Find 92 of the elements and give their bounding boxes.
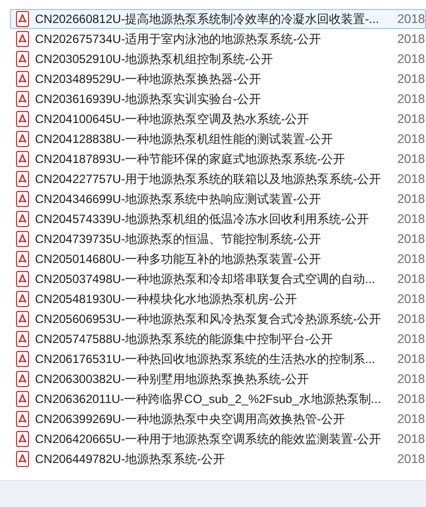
pdf-file-icon [16, 411, 29, 427]
file-row[interactable]: CN204227757U-用于地源热泵系统的联箱以及地源热泵系统-公开 2018 [10, 169, 426, 189]
file-row[interactable]: CN204346699U-地源热泵系统中热响应测试装置-公开 2018 [10, 189, 426, 209]
file-date: 2018 [396, 292, 425, 306]
pdf-file-icon [16, 71, 29, 87]
file-date: 2018 [396, 32, 425, 46]
file-date: 2018 [396, 392, 425, 406]
file-row[interactable]: CN205014680U-一种多功能互补的地源热泵装置-公开 2018 [10, 249, 426, 269]
pdf-file-icon [16, 111, 29, 127]
pdf-file-icon [16, 151, 29, 167]
file-date: 2018 [396, 132, 425, 146]
file-row[interactable]: CN204128838U-一种地源热泵机组性能的测试装置-公开 2018 [10, 129, 426, 149]
file-date: 2018 [396, 232, 425, 246]
file-row[interactable]: CN206420665U-一种用于地源热泵空调系统的能效监测装置-公开 2018 [10, 429, 426, 449]
pdf-file-icon [16, 11, 29, 27]
file-date: 2018 [396, 52, 425, 66]
file-date: 2018 [396, 452, 425, 466]
pdf-file-icon [16, 251, 29, 267]
file-row[interactable]: CN205747588U-地源热泵系统的能源集中控制平台-公开 2018 [10, 329, 426, 349]
file-row[interactable]: CN203489529U-一种地源热泵换热器-公开 2018 [10, 69, 426, 89]
file-date: 2018 [396, 272, 425, 286]
file-date: 2018 [396, 312, 425, 326]
file-name: CN205481930U-一种模块化水地源热泵机房-公开 [35, 292, 298, 306]
pdf-file-icon [16, 131, 29, 147]
pdf-file-icon [16, 51, 29, 67]
file-name: CN206300382U-一种别墅用地源热泵换热系统-公开 [35, 372, 310, 386]
pdf-file-icon [16, 171, 29, 187]
file-name: CN204100645U-一种地源热泵空调及热水系统-公开 [35, 112, 310, 126]
pdf-file-icon [16, 431, 29, 447]
pdf-file-icon [16, 371, 29, 387]
file-name: CN203616939U-地源热泵实训实验台-公开 [35, 92, 262, 106]
file-date: 2018 [396, 332, 425, 346]
file-row[interactable]: CN203616939U-地源热泵实训实验台-公开 2018 [10, 89, 426, 109]
pdf-file-icon [16, 31, 29, 47]
file-date: 2018 [396, 112, 425, 126]
file-row[interactable]: CN205606953U-一种地源热泵和风冷热泵复合式冷热源系统-公开 2018 [10, 309, 426, 329]
pdf-file-icon [16, 451, 29, 467]
file-date: 2018 [396, 212, 425, 226]
file-name: CN204346699U-地源热泵系统中热响应测试装置-公开 [35, 192, 322, 206]
file-row[interactable]: CN202675734U-适用于室内泳池的地源热泵系统-公开 2018 [10, 29, 426, 49]
file-name: CN204739735U-地源热泵的恒温、节能控制系统-公开 [35, 232, 322, 246]
pdf-file-icon [16, 351, 29, 367]
file-date: 2018 [396, 252, 425, 266]
file-row[interactable]: CN204100645U-一种地源热泵空调及热水系统-公开 2018 [10, 109, 426, 129]
file-name: CN203489529U-一种地源热泵换热器-公开 [35, 72, 262, 86]
file-row[interactable]: CN205037498U-一种地源热泵和冷却塔串联复合式空调的自动... 2018 [10, 269, 426, 289]
file-name: CN205014680U-一种多功能互补的地源热泵装置-公开 [35, 252, 322, 266]
file-name: CN204227757U-用于地源热泵系统的联箱以及地源热泵系统-公开 [35, 172, 382, 186]
file-date: 2018 [396, 412, 425, 426]
file-name: CN206362011U-一种跨临界CO_sub_2_%2Fsub_水地源热泵制... [35, 392, 381, 406]
file-name: CN206449782U-地源热泵系统-公开 [35, 452, 226, 466]
pdf-file-icon [16, 331, 29, 347]
file-row[interactable]: CN202660812U-提高地源热泵系统制冷效率的冷凝水回收装置-... 2018 [10, 9, 426, 29]
file-row[interactable]: CN205481930U-一种模块化水地源热泵机房-公开 2018 [10, 289, 426, 309]
file-name: CN206420665U-一种用于地源热泵空调系统的能效监测装置-公开 [35, 432, 382, 446]
file-date: 2018 [396, 352, 425, 366]
file-date: 2018 [396, 92, 425, 106]
file-row[interactable]: CN206449782U-地源热泵系统-公开 2018 [10, 449, 426, 469]
file-name: CN203052910U-地源热泵机组控制系统-公开 [35, 52, 274, 66]
file-name: CN206399269U-一种地源热泵中央空调用高效换热管-公开 [35, 412, 346, 426]
pdf-file-icon [16, 231, 29, 247]
file-date: 2018 [396, 172, 425, 186]
file-date: 2018 [396, 72, 425, 86]
pdf-file-icon [16, 271, 29, 287]
pdf-file-icon [16, 391, 29, 407]
file-name: CN202675734U-适用于室内泳池的地源热泵系统-公开 [35, 32, 322, 46]
pdf-file-icon [16, 311, 29, 327]
file-row[interactable]: CN206300382U-一种别墅用地源热泵换热系统-公开 2018 [10, 369, 426, 389]
pdf-file-icon [16, 291, 29, 307]
file-row[interactable]: CN206362011U-一种跨临界CO_sub_2_%2Fsub_水地源热泵制... 2018 [10, 389, 426, 409]
file-name: CN206176531U-一种热回收地源热泵系统的生活热水的控制系... [35, 352, 376, 366]
file-name: CN205037498U-一种地源热泵和冷却塔串联复合式空调的自动... [35, 272, 376, 286]
file-row[interactable]: CN203052910U-地源热泵机组控制系统-公开 2018 [10, 49, 426, 69]
file-row[interactable]: CN204739735U-地源热泵的恒温、节能控制系统-公开 2018 [10, 229, 426, 249]
file-date: 2018 [396, 192, 425, 206]
pdf-file-icon [16, 191, 29, 207]
file-row[interactable]: CN204187893U-一种节能环保的家庭式地源热泵系统-公开 2018 [10, 149, 426, 169]
file-name: CN202660812U-提高地源热泵系统制冷效率的冷凝水回收装置-... [35, 12, 380, 26]
file-date: 2018 [396, 152, 425, 166]
file-row[interactable]: CN204574339U-地源热泵机组的低温冷冻水回收利用系统-公开 2018 [10, 209, 426, 229]
pdf-file-icon [16, 211, 29, 227]
file-row[interactable]: CN206399269U-一种地源热泵中央空调用高效换热管-公开 2018 [10, 409, 426, 429]
file-name: CN205606953U-一种地源热泵和风冷热泵复合式冷热源系统-公开 [35, 312, 382, 326]
file-name: CN205747588U-地源热泵系统的能源集中控制平台-公开 [35, 332, 334, 346]
file-name: CN204128838U-一种地源热泵机组性能的测试装置-公开 [35, 132, 334, 146]
file-date: 2018 [396, 432, 425, 446]
file-date: 2018 [396, 12, 425, 26]
file-row[interactable]: CN206176531U-一种热回收地源热泵系统的生活热水的控制系... 2018 [10, 349, 426, 369]
pdf-file-icon [16, 91, 29, 107]
file-name: CN204187893U-一种节能环保的家庭式地源热泵系统-公开 [35, 152, 346, 166]
file-name: CN204574339U-地源热泵机组的低温冷冻水回收利用系统-公开 [35, 212, 370, 226]
file-date: 2018 [396, 372, 425, 386]
